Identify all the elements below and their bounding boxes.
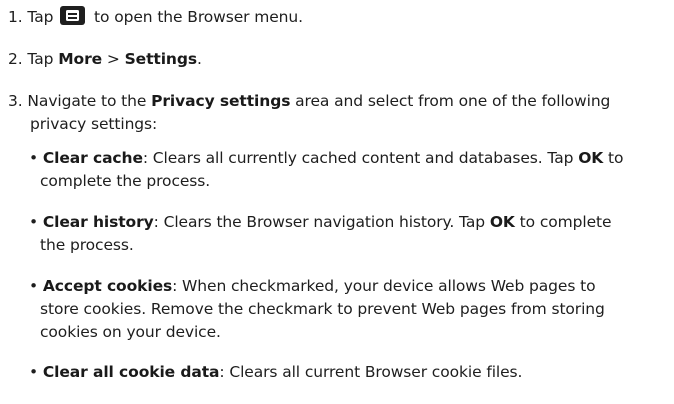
ok-label: OK [578,149,604,167]
step-1-number: 1. [8,8,23,26]
bullet-glyph: • [29,277,39,295]
bullet-glyph: • [29,149,39,167]
clear-all-cookie-data-text: : Clears all current Browser cookie file… [219,363,523,381]
clear-history-text-b-1: to complete [519,213,612,231]
step-3-line-1: 3. Navigate to the Privacy settings area… [8,90,666,113]
step-3-number: 3. [8,92,23,110]
settings-label: Settings [124,50,197,68]
bullet-glyph: • [29,363,39,381]
step-2: 2. Tap More > Settings. [8,48,666,71]
accept-cookies-title: Accept cookies [42,277,173,295]
step-2-text-pre: Tap [27,50,54,68]
clear-history-title: Clear history [42,213,154,231]
bullet-glyph: • [29,213,39,231]
step-2-separator: > [106,50,120,68]
accept-cookies-line-3: cookies on your device. [40,323,221,341]
clear-history-text-b-2: the process. [40,236,134,254]
clear-all-cookie-data-title: Clear all cookie data [42,363,220,381]
clear-cache-text-a: : Clears all currently cached content an… [142,149,574,167]
accept-cookies-line-2: store cookies. Remove the checkmark to p… [40,300,605,318]
bullet-clear-history: • Clear history: Clears the Browser navi… [29,211,666,257]
step-3-text-pre: Navigate to the [27,92,147,110]
step-3-text-post: area and select from one of the followin… [295,92,611,110]
more-label: More [58,50,103,68]
menu-icon [60,6,86,25]
privacy-settings-label: Privacy settings [151,92,291,110]
instructions-page: 1. Tap to open the Browser menu. 2. Tap … [0,0,674,404]
clear-history-text-a: : Clears the Browser navigation history.… [153,213,485,231]
step-3-line-2: privacy settings: [30,115,158,133]
bullet-clear-all-cookie-data: • Clear all cookie data: Clears all curr… [29,361,666,384]
step-1-text-pre: Tap [27,8,54,26]
step-2-number: 2. [8,50,23,68]
bullet-clear-cache: • Clear cache: Clears all currently cach… [29,147,666,193]
step-3: 3. Navigate to the Privacy settings area… [8,90,666,136]
step-2-period: . [196,50,202,68]
bullet-accept-cookies: • Accept cookies: When checkmarked, your… [29,275,666,344]
accept-cookies-line-1: : When checkmarked, your device allows W… [172,277,596,295]
ok-label: OK [489,213,515,231]
step-1-text-post: to open the Browser menu. [94,8,303,26]
step-1: 1. Tap to open the Browser menu. [8,6,666,29]
clear-cache-title: Clear cache [42,149,143,167]
